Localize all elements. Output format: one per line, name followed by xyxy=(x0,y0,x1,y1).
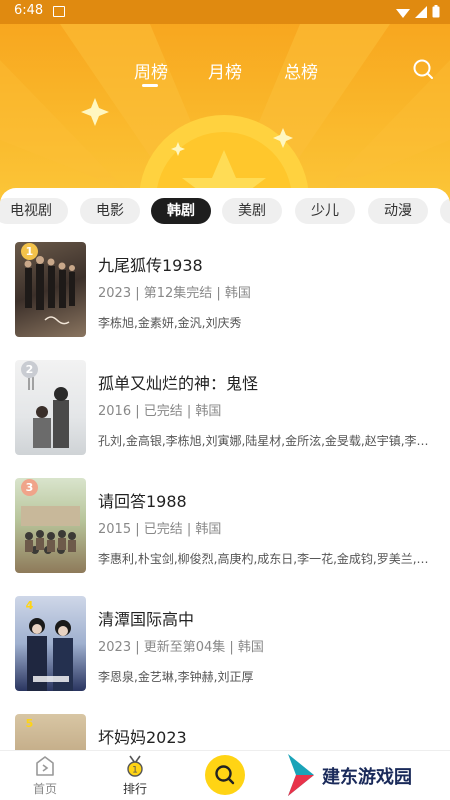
list-item[interactable]: 5 坏妈妈2023 xyxy=(0,714,450,750)
cell-signal-icon xyxy=(415,5,427,18)
chip-us-drama[interactable]: 美剧 xyxy=(222,198,282,224)
item-cast: 李惠利,朴宝剑,柳俊烈,高庚杓,成东日,李一花,金成钧,罗美兰,李... xyxy=(98,552,438,566)
rank-badge: 1 xyxy=(21,243,38,260)
chip-korean-drama[interactable]: 韩剧 xyxy=(151,198,211,224)
poster-image: 2 xyxy=(15,360,86,455)
item-title: 请回答1988 xyxy=(98,492,187,511)
item-title: 清潭国际高中 xyxy=(98,610,195,629)
poster-image: 5 xyxy=(15,714,86,750)
ranking-hero-banner: 6:48 周榜 月榜 总榜 xyxy=(0,0,450,215)
poster-image: 3 xyxy=(15,478,86,573)
watermark-text: 建东游戏园 xyxy=(322,767,412,788)
home-icon xyxy=(36,756,54,776)
poster-image: 4 xyxy=(15,596,86,691)
list-item[interactable]: 1 九尾狐传1938 2023 | 第12集完结 | 韩国 李栋旭,金素妍,金汎… xyxy=(0,242,450,342)
period-tabs: 周榜 月榜 总榜 xyxy=(0,58,450,88)
item-cast: 孔刘,金高银,李栋旭,刘寅娜,陆星材,金所泫,金旻载,赵宇镇,李艾... xyxy=(98,434,438,448)
svg-text:1: 1 xyxy=(132,766,138,776)
battery-icon xyxy=(432,5,440,18)
nav-ranking[interactable]: 1 排行 xyxy=(110,755,160,797)
list-item[interactable]: 2 孤单又灿烂的神：鬼怪 2016 | 已完结 | 韩国 孔刘,金高银,李栋旭,… xyxy=(0,360,450,460)
ranking-panel: 电视剧 电影 韩剧 美剧 少儿 动漫 1 九尾狐传1938 2023 | 第12… xyxy=(0,188,450,750)
item-meta: 2016 | 已完结 | 韩国 xyxy=(98,404,222,419)
ranking-medal-icon: 1 xyxy=(127,755,143,777)
nav-home-label: 首页 xyxy=(32,782,57,796)
search-button[interactable] xyxy=(205,755,245,795)
chip-kids[interactable]: 少儿 xyxy=(295,198,355,224)
item-title: 九尾狐传1938 xyxy=(98,256,203,275)
sunburst-decoration xyxy=(0,24,450,215)
gallery-notification-icon xyxy=(53,6,65,17)
search-icon[interactable] xyxy=(412,58,434,80)
chip-anime[interactable]: 动漫 xyxy=(368,198,428,224)
tab-monthly[interactable]: 月榜 xyxy=(208,58,242,83)
nav-ranking-label: 排行 xyxy=(122,782,147,796)
poster-image: 1 xyxy=(15,242,86,337)
tab-weekly[interactable]: 周榜 xyxy=(134,58,168,87)
rank-badge: 4 xyxy=(25,599,34,612)
chip-tv-series[interactable]: 电视剧 xyxy=(0,198,68,224)
rank-badge: 2 xyxy=(21,361,38,378)
item-cast: 李栋旭,金素妍,金汎,刘庆秀 xyxy=(98,316,242,330)
item-title: 孤单又灿烂的神：鬼怪 xyxy=(98,374,259,393)
category-chips: 电视剧 电影 韩剧 美剧 少儿 动漫 xyxy=(0,198,450,226)
list-item[interactable]: 4 清潭国际高中 2023 | 更新至第04集 | 韩国 李恩泉,金艺琳,李钟赫… xyxy=(0,596,450,696)
chip-more[interactable] xyxy=(440,198,450,224)
status-time: 6:48 xyxy=(14,3,44,18)
rank-badge: 3 xyxy=(21,479,38,496)
active-tab-indicator xyxy=(142,84,158,87)
tab-all-time[interactable]: 总榜 xyxy=(284,58,318,83)
nav-home[interactable]: 首页 xyxy=(20,755,70,797)
item-meta: 2015 | 已完结 | 韩国 xyxy=(98,522,222,537)
item-meta: 2023 | 第12集完结 | 韩国 xyxy=(98,286,251,301)
item-cast: 李恩泉,金艺琳,李钟赫,刘正厚 xyxy=(98,670,254,684)
list-item[interactable]: 3 请回答1988 2015 | 已完结 | 韩国 李惠利,朴宝剑,柳俊烈,高庚… xyxy=(0,478,450,578)
wifi-icon xyxy=(396,8,410,18)
rank-badge: 5 xyxy=(25,717,34,730)
status-bar: 6:48 xyxy=(0,0,450,24)
chip-movies[interactable]: 电影 xyxy=(80,198,140,224)
item-meta: 2023 | 更新至第04集 | 韩国 xyxy=(98,640,264,655)
search-icon xyxy=(215,765,235,785)
item-title: 坏妈妈2023 xyxy=(98,728,187,747)
